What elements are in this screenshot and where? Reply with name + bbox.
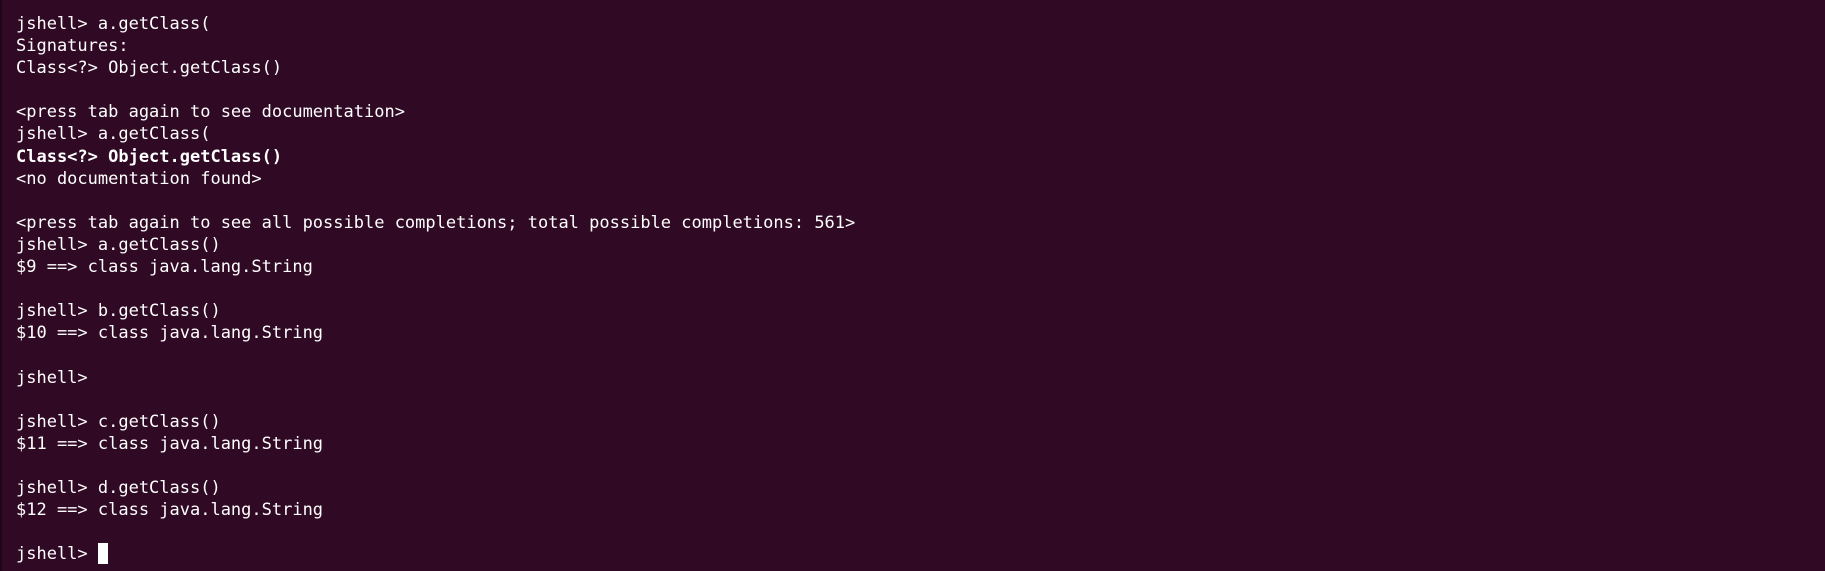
terminal-line: $10 ==> class java.lang.String [16,323,324,344]
terminal-line: jshell> [16,367,88,388]
terminal-line: <no documentation found> [16,168,262,189]
terminal-line: <press tab again to see documentation> [16,102,405,123]
terminal-line: Class<?> Object.getClass() [16,58,283,79]
terminal-line: $11 ==> class java.lang.String [16,433,324,454]
terminal-line: Class<?> Object.getClass() [16,146,283,167]
terminal-line: jshell> a.getClass( [16,14,211,34]
terminal-window[interactable]: jshell> a.getClass(Signatures: Class<?> O… [0,0,1825,571]
terminal-line: $12 ==> class java.lang.String [16,500,324,521]
terminal-input-line[interactable]: jshell> [16,543,1825,565]
terminal-line: jshell> b.getClass() [16,301,221,322]
text-cursor [97,543,108,565]
terminal-line: jshell> a.getClass( [16,124,211,145]
terminal-line: Signatures: [16,36,129,57]
terminal-line: jshell> d.getClass() [16,477,221,498]
terminal-line: jshell> a.getClass() [16,234,221,255]
prompt-label: jshell> [16,544,98,565]
terminal-line: $9 ==> class java.lang.String [16,257,313,278]
terminal-output: jshell> a.getClass(Signatures: Class<?> O… [16,13,1825,543]
window-edge [0,0,2,571]
terminal-line: jshell> c.getClass() [16,411,221,432]
terminal-line: <press tab again to see all possible com… [16,212,856,233]
